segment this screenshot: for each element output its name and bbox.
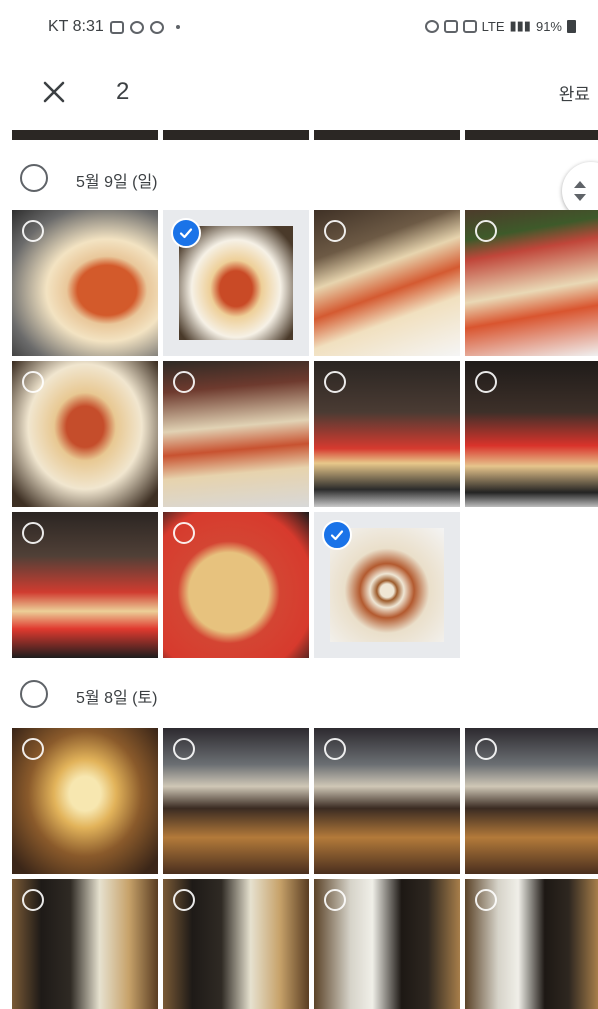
photo-thumbnail[interactable] xyxy=(12,130,158,140)
photo-thumbnail[interactable] xyxy=(12,879,158,1009)
photo-thumbnail[interactable] xyxy=(12,512,158,658)
photo-thumbnail[interactable] xyxy=(163,728,309,874)
photo-select-checkbox[interactable] xyxy=(22,371,44,393)
date-label: 5월 8일 (토) xyxy=(76,690,158,707)
status-right: LTE ▮▮▮ 91% xyxy=(424,18,576,34)
close-selection-button[interactable] xyxy=(34,72,74,112)
photo-thumbnail[interactable] xyxy=(465,879,598,1009)
date-header: 5월 9일 (일) xyxy=(0,152,598,202)
status-left: KT 8:31 xyxy=(48,18,180,36)
photo-select-checkbox[interactable] xyxy=(173,522,195,544)
photo-select-checkbox[interactable] xyxy=(22,738,44,760)
photo-select-checkbox-checked[interactable] xyxy=(171,218,201,248)
photo-select-checkbox[interactable] xyxy=(22,220,44,242)
date-label: 5월 9일 (일) xyxy=(76,174,158,191)
photo-select-checkbox-checked[interactable] xyxy=(322,520,352,550)
battery-percent: 91% xyxy=(535,18,562,34)
photo-thumbnail[interactable] xyxy=(465,361,598,507)
notification-icon xyxy=(129,20,144,34)
photo-thumbnail[interactable] xyxy=(314,361,460,507)
signal-icon: ▮▮▮ xyxy=(509,18,531,33)
photo-thumbnail[interactable] xyxy=(163,879,309,1009)
check-icon xyxy=(179,228,193,239)
nfc-icon xyxy=(462,19,477,33)
photo-select-checkbox[interactable] xyxy=(324,371,346,393)
network-type: LTE xyxy=(481,18,505,34)
photo-select-checkbox[interactable] xyxy=(475,738,497,760)
check-icon xyxy=(330,530,344,541)
photo-select-checkbox[interactable] xyxy=(475,889,497,911)
select-date-checkbox[interactable] xyxy=(20,680,48,708)
photo-thumbnail[interactable] xyxy=(163,512,309,658)
gallery-icon xyxy=(109,20,124,34)
photo-select-checkbox[interactable] xyxy=(173,889,195,911)
photo-thumbnail[interactable] xyxy=(465,130,598,140)
photo-select-checkbox[interactable] xyxy=(173,371,195,393)
alarm-icon xyxy=(424,19,439,33)
photo-thumbnail[interactable] xyxy=(314,130,460,140)
date-header: 5월 8일 (토) xyxy=(0,668,598,718)
photo-select-checkbox[interactable] xyxy=(22,522,44,544)
battery-icon xyxy=(567,19,576,33)
carrier-time: KT 8:31 xyxy=(48,18,104,35)
selected-count: 2 xyxy=(116,78,130,105)
photo-thumbnail-selected[interactable] xyxy=(163,210,309,356)
photo-select-checkbox[interactable] xyxy=(324,220,346,242)
photo-thumbnail[interactable] xyxy=(314,728,460,874)
photo-thumbnail[interactable] xyxy=(465,728,598,874)
photo-thumbnail[interactable] xyxy=(465,210,598,356)
mute-icon xyxy=(443,19,458,33)
photo-select-checkbox[interactable] xyxy=(475,220,497,242)
more-notifications-icon xyxy=(175,25,180,29)
scroll-handle-icon xyxy=(574,181,586,201)
photo-select-checkbox[interactable] xyxy=(475,371,497,393)
photo-thumbnail[interactable] xyxy=(163,130,309,140)
photo-select-checkbox[interactable] xyxy=(22,889,44,911)
select-date-checkbox[interactable] xyxy=(20,164,48,192)
photo-select-checkbox[interactable] xyxy=(173,738,195,760)
photo-select-checkbox[interactable] xyxy=(324,738,346,760)
selection-toolbar: 2 완료 xyxy=(0,58,598,128)
photo-thumbnail[interactable] xyxy=(12,728,158,874)
photo-thumbnail[interactable] xyxy=(314,879,460,1009)
photo-thumbnail[interactable] xyxy=(314,210,460,356)
sync-icon xyxy=(149,20,164,34)
close-icon xyxy=(43,81,65,103)
photo-thumbnail-selected[interactable] xyxy=(314,512,460,658)
photo-thumbnail[interactable] xyxy=(12,210,158,356)
photo-thumbnail[interactable] xyxy=(12,361,158,507)
status-bar: KT 8:31 LTE ▮▮▮ 91% xyxy=(0,0,598,58)
photo-thumbnail[interactable] xyxy=(163,361,309,507)
done-button[interactable]: 완료 xyxy=(559,80,590,105)
photo-select-checkbox[interactable] xyxy=(324,889,346,911)
